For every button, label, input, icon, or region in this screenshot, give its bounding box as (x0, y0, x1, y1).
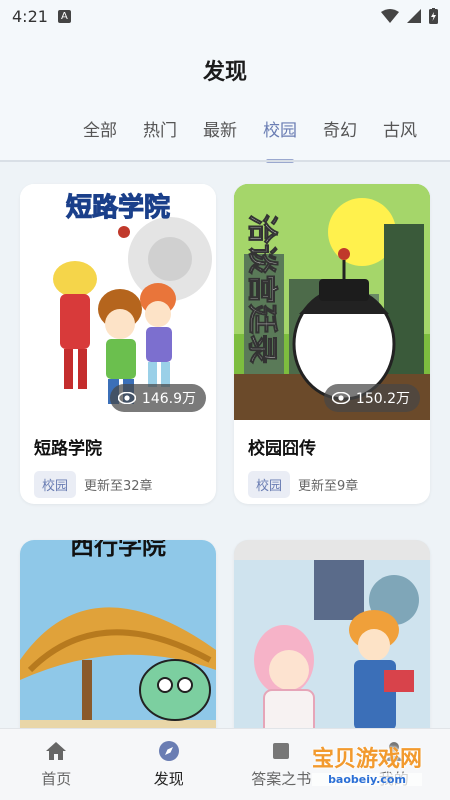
header-divider (0, 160, 450, 162)
view-count-badge: 146.9万 (109, 384, 206, 412)
category-tag: 校园 (34, 471, 77, 498)
tab-latest[interactable]: 最新 (190, 116, 250, 155)
update-status: 更新至32章 (84, 479, 153, 494)
view-count: 146.9万 (141, 391, 196, 407)
cover-title-text: 洽谈宫廷录 (244, 214, 279, 364)
cover-title-text: 短路学院 (66, 192, 170, 223)
status-right (381, 8, 438, 24)
comic-card[interactable]: 洽谈宫廷录 150.2万 校园囧传 校园 更新至9章 (234, 184, 430, 504)
view-count-badge: 150.2万 (323, 384, 420, 412)
comic-card[interactable]: 短路学院 146.9万 短路学院 校园 更新至32章 (20, 184, 216, 504)
view-count: 150.2万 (355, 391, 410, 407)
battery-icon (429, 8, 438, 24)
header: 发现 全部 热门 最新 校园 奇幻 古风 (0, 32, 450, 163)
status-bar: 4:21 A (0, 0, 450, 32)
home-icon (46, 742, 67, 760)
comic-cover[interactable]: 短路学院 146.9万 (20, 184, 216, 420)
compass-icon (158, 741, 179, 761)
cover-title-text: 西行学院 (70, 540, 166, 560)
watermark-logo-text: 宝贝游戏网 (311, 747, 422, 772)
comic-meta: 校园 更新至32章 (34, 471, 216, 498)
status-time: 4:21 (12, 6, 48, 26)
nav-answer-book-label: 答案之书 (251, 770, 312, 788)
tab-ancient[interactable]: 古风 (370, 116, 430, 155)
tab-all[interactable]: 全部 (70, 116, 130, 155)
nav-home-label: 首页 (41, 770, 72, 788)
tab-fantasy[interactable]: 奇幻 (310, 116, 370, 155)
wifi-icon (381, 9, 399, 23)
comic-title[interactable]: 短路学院 (34, 434, 216, 459)
tab-campus[interactable]: 校园 (250, 116, 310, 163)
category-tabs: 全部 热门 最新 校园 奇幻 古风 (70, 116, 430, 163)
nav-discover[interactable]: 发现 (113, 729, 226, 800)
category-tag: 校园 (248, 471, 291, 498)
nav-discover-label: 发现 (153, 770, 184, 788)
signal-icon (407, 9, 421, 23)
comic-cover[interactable]: 洽谈宫廷录 150.2万 (234, 184, 430, 420)
eye-icon (331, 392, 350, 404)
watermark: 宝贝游戏网 baobeiy.com (311, 741, 422, 786)
eye-icon (117, 392, 136, 404)
comic-title[interactable]: 校园囧传 (248, 434, 430, 459)
watermark-url: baobeiy.com (311, 773, 422, 786)
update-status: 更新至9章 (298, 479, 359, 494)
page-title: 发现 (202, 60, 247, 85)
notification-a-icon: A (57, 9, 71, 23)
book-icon (273, 743, 290, 759)
nav-home[interactable]: 首页 (0, 729, 113, 800)
comic-meta: 校园 更新至9章 (248, 471, 430, 498)
tab-hot[interactable]: 热门 (130, 116, 190, 155)
